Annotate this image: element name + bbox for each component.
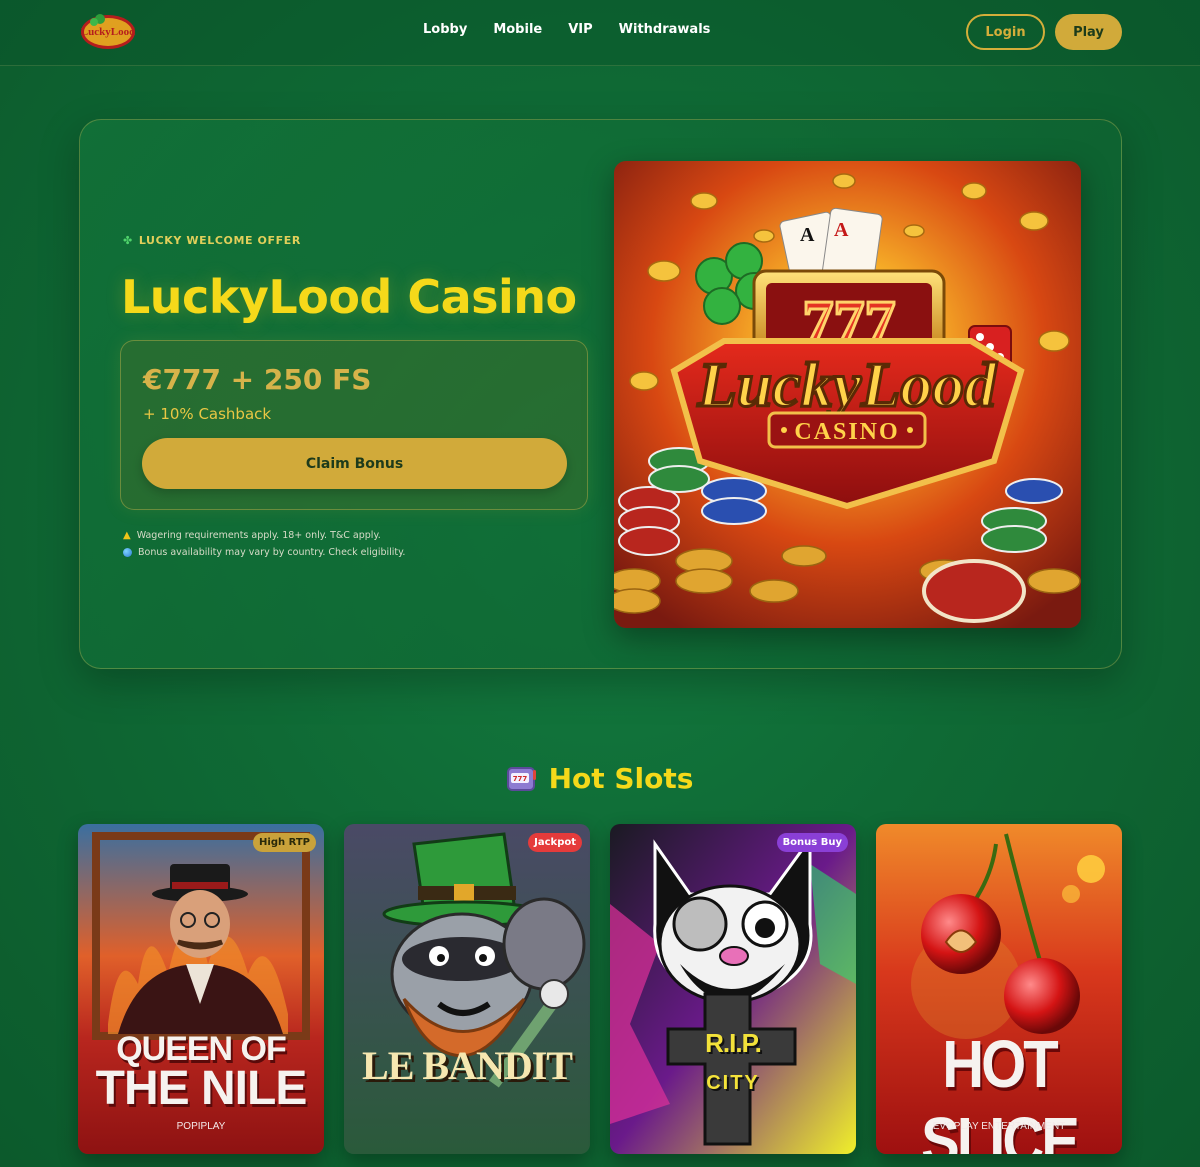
disclaimer-text: Wagering requirements apply. 18+ only. T… [136, 530, 381, 541]
game-title: QUEEN OF THE NILE [95, 1030, 308, 1115]
svg-text:CASINO: CASINO [794, 419, 899, 445]
svg-text:A: A [800, 224, 815, 246]
svg-text:777: 777 [512, 775, 527, 783]
game-provider: POPIPLAY [176, 1121, 226, 1132]
claim-bonus-button[interactable]: Claim Bonus [142, 438, 567, 489]
hot-slots-title: Hot Slots [548, 762, 694, 795]
badge-bonus-buy: Bonus Buy [776, 833, 848, 852]
offer-tag: ✤ LUCKY WELCOME OFFER [123, 234, 301, 247]
game-card-le-bandit[interactable]: Jackpot LE BANDIT [344, 824, 590, 1154]
casino-banner-image: A A 777 LuckyLood CASINO [614, 161, 1081, 628]
bonus-amount: €777 + 250 FS [143, 363, 372, 396]
login-button[interactable]: Login [966, 14, 1045, 50]
nav-withdrawals[interactable]: Withdrawals [619, 22, 711, 37]
game-card-queen-of-the-nile[interactable]: High RTP QUEEN OF THE NILE POPIPLAY [78, 824, 324, 1154]
disclaimer-wagering: ▲ Wagering requirements apply. 18+ only.… [123, 530, 381, 541]
disclaimer-text: Bonus availability may vary by country. … [138, 547, 406, 558]
hot-slots-heading: 777 Hot Slots [0, 762, 1200, 795]
site-header: LuckyLood Lobby Mobile VIP Withdrawals L… [0, 0, 1200, 66]
game-title: HOT SLICE [921, 1027, 1080, 1154]
game-card-hot-slice[interactable]: HOT SLICE EVOPLAY ENTERTAINMENT [876, 824, 1122, 1154]
game-subtitle: CITY [706, 1072, 760, 1094]
slot-machine-icon: 777 [506, 767, 536, 791]
game-card-rip-city[interactable]: Bonus Buy R.I.P. CITY [610, 824, 856, 1154]
bonus-cashback: + 10% Cashback [143, 405, 272, 423]
svg-text:LuckyLood: LuckyLood [697, 349, 998, 420]
svg-text:LuckyLood: LuckyLood [81, 26, 135, 38]
clover-icon: ✤ [123, 234, 133, 247]
badge-jackpot: Jackpot [528, 833, 582, 852]
nav-mobile[interactable]: Mobile [493, 22, 542, 37]
game-title: R.I.P. [705, 1028, 762, 1058]
offer-tag-label: LUCKY WELCOME OFFER [138, 234, 301, 247]
nav-vip[interactable]: VIP [568, 22, 592, 37]
svg-text:A: A [834, 219, 849, 241]
page-title: LuckyLood Casino [121, 270, 577, 324]
disclaimer-country: Bonus availability may vary by country. … [123, 547, 405, 558]
bonus-card: €777 + 250 FS + 10% Cashback Claim Bonus [120, 340, 588, 510]
warning-icon: ▲ [123, 530, 131, 541]
game-provider: EVOPLAY ENTERTAINMENT [932, 1121, 1066, 1132]
welcome-offer-hero: ✤ LUCKY WELCOME OFFER LuckyLood Casino €… [79, 119, 1122, 669]
nav-lobby[interactable]: Lobby [423, 22, 467, 37]
globe-icon [123, 548, 132, 557]
game-title: LE BANDIT [362, 1043, 573, 1088]
site-logo[interactable]: LuckyLood [80, 12, 136, 52]
badge-high-rtp: High RTP [253, 833, 316, 852]
play-button[interactable]: Play [1055, 14, 1122, 50]
main-nav: Lobby Mobile VIP Withdrawals [423, 22, 710, 37]
